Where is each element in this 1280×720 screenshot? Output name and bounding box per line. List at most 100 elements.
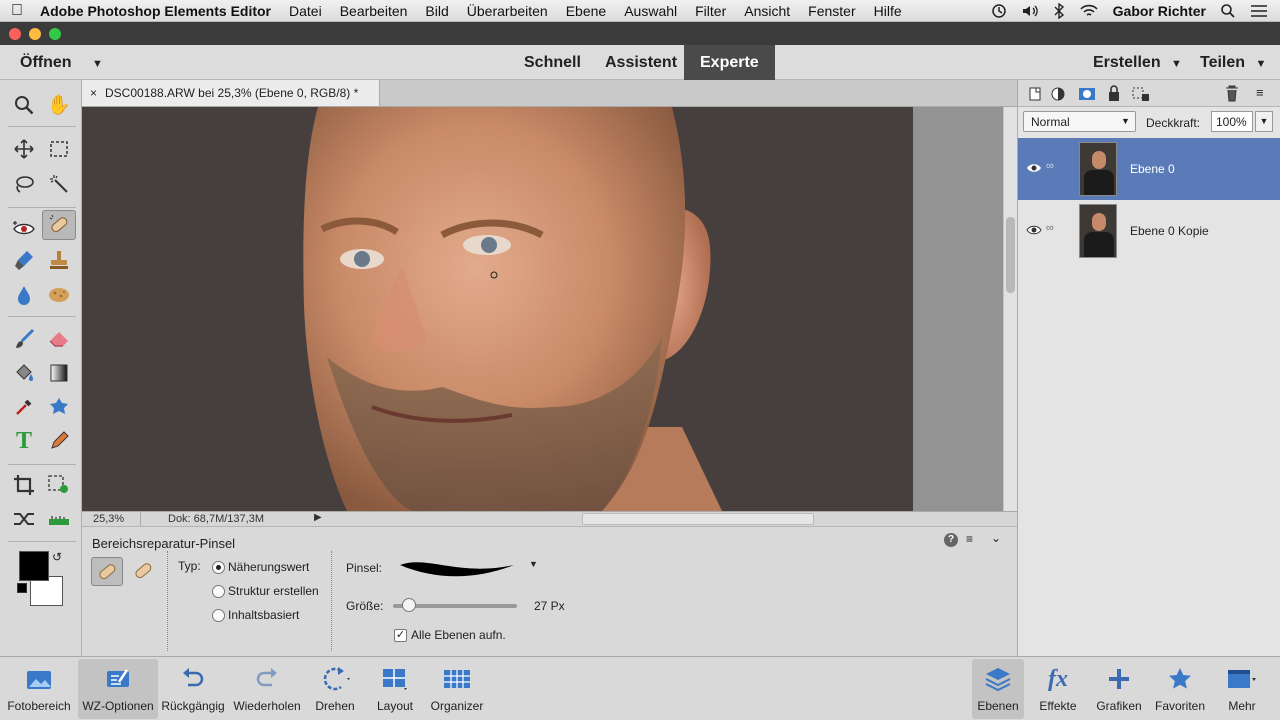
gradient-tool-icon[interactable] xyxy=(42,358,76,388)
brush-dropdown-arrow-icon[interactable]: ▼ xyxy=(529,559,538,569)
blur-tool-icon[interactable] xyxy=(7,280,41,310)
vertical-scroll-thumb[interactable] xyxy=(1006,217,1015,293)
spot-healing-brush-tool-icon[interactable] xyxy=(42,210,76,240)
mode-schnell[interactable]: Schnell xyxy=(524,45,581,80)
close-window-button[interactable] xyxy=(9,28,21,40)
sponge-tool-icon[interactable] xyxy=(42,280,76,310)
eyedropper-tool-icon[interactable] xyxy=(7,392,41,422)
bluetooth-icon[interactable] xyxy=(1053,2,1065,19)
mode-assistent[interactable]: Assistent xyxy=(605,45,677,80)
spot-healing-mode-button[interactable] xyxy=(91,557,123,586)
image-canvas[interactable] xyxy=(82,107,913,511)
paint-bucket-tool-icon[interactable] xyxy=(7,358,41,388)
lasso-tool-icon[interactable] xyxy=(7,169,41,199)
notification-center-icon[interactable] xyxy=(1250,4,1268,18)
type-option-proximity[interactable]: Näherungswert xyxy=(228,560,309,574)
type-option-texture[interactable]: Struktur erstellen xyxy=(228,584,319,598)
rotate-button[interactable]: Drehen xyxy=(306,659,364,719)
create-button[interactable]: Erstellen ▼ xyxy=(1093,45,1182,80)
layer-name[interactable]: Ebene 0 xyxy=(1130,162,1175,176)
photo-bin-button[interactable]: Fotobereich xyxy=(2,659,76,719)
menu-hilfe[interactable]: Hilfe xyxy=(865,3,911,19)
user-name[interactable]: Gabor Richter xyxy=(1113,3,1206,19)
layer-row-ebene-0-kopie[interactable]: ∞ Ebene 0 Kopie xyxy=(1018,200,1280,262)
status-menu-arrow-icon[interactable]: ▶ xyxy=(314,512,322,523)
opacity-input[interactable]: 100% xyxy=(1211,111,1253,132)
collapse-options-chevron-icon[interactable]: ⌄ xyxy=(991,531,1001,545)
smart-brush-tool-icon[interactable] xyxy=(7,245,41,275)
layers-panel-button[interactable]: Ebenen xyxy=(972,659,1024,719)
visibility-eye-icon[interactable] xyxy=(1026,162,1042,174)
opacity-dropdown-icon[interactable]: ▼ xyxy=(1255,111,1273,132)
hand-tool-icon[interactable]: ✋ xyxy=(42,90,76,120)
visibility-eye-icon[interactable] xyxy=(1026,224,1042,236)
recompose-tool-icon[interactable] xyxy=(42,470,76,500)
menu-bearbeiten[interactable]: Bearbeiten xyxy=(331,3,417,19)
red-eye-tool-icon[interactable] xyxy=(7,213,41,243)
blend-mode-select[interactable]: Normal ▼ xyxy=(1023,111,1136,132)
menu-ueberarbeiten[interactable]: Überarbeiten xyxy=(458,3,557,19)
eraser-tool-icon[interactable] xyxy=(42,324,76,354)
open-button[interactable]: Öffnen ▼ xyxy=(20,45,103,80)
options-menu-icon[interactable]: ≡ xyxy=(966,532,973,546)
menu-auswahl[interactable]: Auswahl xyxy=(615,3,686,19)
organizer-button[interactable]: Organizer xyxy=(426,659,488,719)
pencil-tool-icon[interactable] xyxy=(42,426,76,456)
favorites-panel-button[interactable]: Favoriten xyxy=(1150,659,1210,719)
brush-tool-icon[interactable] xyxy=(7,324,41,354)
foreground-color-swatch[interactable] xyxy=(19,551,49,581)
default-colors-icon[interactable] xyxy=(17,583,27,593)
app-name[interactable]: Adobe Photoshop Elements Editor xyxy=(34,3,280,19)
vertical-scrollbar[interactable] xyxy=(1003,107,1017,511)
clone-stamp-tool-icon[interactable] xyxy=(42,245,76,275)
type-radio-content-aware[interactable] xyxy=(212,609,225,622)
move-tool-icon[interactable] xyxy=(7,134,41,164)
custom-shape-tool-icon[interactable] xyxy=(42,392,76,422)
size-value[interactable]: 27 Px xyxy=(534,599,565,613)
graphics-panel-button[interactable]: Grafiken xyxy=(1092,659,1146,719)
swap-colors-icon[interactable]: ↺ xyxy=(52,550,62,564)
menu-datei[interactable]: Datei xyxy=(280,3,331,19)
layers-panel-menu-icon[interactable]: ≡ xyxy=(1256,85,1264,100)
help-icon[interactable]: ? xyxy=(944,533,958,547)
new-layer-icon[interactable] xyxy=(1027,86,1043,102)
apple-icon[interactable]:  xyxy=(0,2,34,20)
text-tool-icon[interactable]: T xyxy=(7,426,41,456)
menu-fenster[interactable]: Fenster xyxy=(799,3,864,19)
add-mask-icon[interactable] xyxy=(1078,86,1096,102)
minimize-window-button[interactable] xyxy=(29,28,41,40)
volume-icon[interactable] xyxy=(1021,3,1039,19)
marquee-tool-icon[interactable] xyxy=(42,134,76,164)
undo-button[interactable]: Rückgängig xyxy=(158,659,228,719)
wifi-icon[interactable] xyxy=(1079,3,1099,19)
type-radio-texture[interactable] xyxy=(212,585,225,598)
document-tab[interactable]: × DSC00188.ARW bei 25,3% (Ebene 0, RGB/8… xyxy=(82,80,380,106)
menu-ebene[interactable]: Ebene xyxy=(557,3,615,19)
straighten-tool-icon[interactable] xyxy=(42,504,76,534)
lock-transparency-icon[interactable] xyxy=(1132,86,1150,102)
spotlight-search-icon[interactable] xyxy=(1220,3,1236,19)
size-slider-thumb[interactable] xyxy=(402,598,417,612)
zoom-tool-icon[interactable] xyxy=(7,90,41,120)
delete-layer-icon[interactable] xyxy=(1224,85,1240,102)
type-radio-proximity[interactable] xyxy=(212,561,225,574)
close-document-icon[interactable]: × xyxy=(90,86,97,100)
lock-all-icon[interactable] xyxy=(1106,85,1122,102)
layer-link-icon[interactable]: ∞ xyxy=(1046,160,1054,172)
menu-filter[interactable]: Filter xyxy=(686,3,735,19)
healing-brush-mode-button[interactable] xyxy=(128,557,158,586)
time-machine-icon[interactable] xyxy=(991,3,1007,19)
more-panel-button[interactable]: Mehr xyxy=(1214,659,1270,719)
horizontal-scroll-thumb[interactable] xyxy=(582,513,814,525)
layer-link-icon[interactable]: ∞ xyxy=(1046,222,1054,234)
brush-preset-preview[interactable] xyxy=(398,555,516,581)
new-adjustment-layer-icon[interactable] xyxy=(1050,86,1070,102)
all-layers-checkbox[interactable]: ✓ xyxy=(394,629,407,642)
crop-tool-icon[interactable] xyxy=(7,470,41,500)
zoom-window-button[interactable] xyxy=(49,28,61,40)
zoom-level[interactable]: 25,3% xyxy=(93,513,124,525)
content-aware-move-tool-icon[interactable] xyxy=(7,504,41,534)
all-layers-label[interactable]: Alle Ebenen aufn. xyxy=(411,628,506,642)
layer-row-ebene-0[interactable]: ∞ Ebene 0 xyxy=(1018,138,1280,200)
layout-button[interactable]: Layout xyxy=(366,659,424,719)
